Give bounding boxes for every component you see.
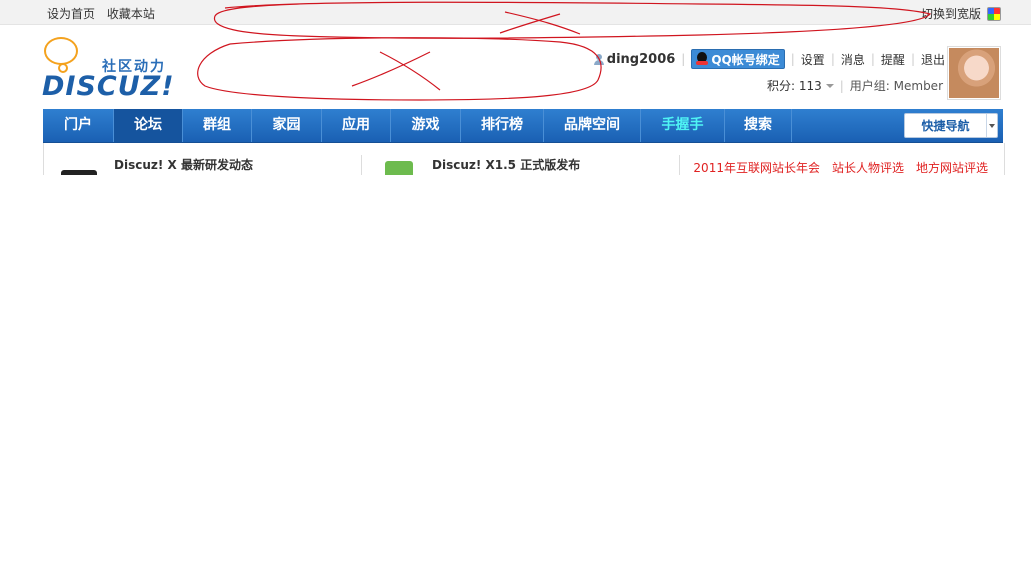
qq-penguin-icon bbox=[696, 52, 709, 66]
qq-bind-label: QQ帐号绑定 bbox=[711, 52, 780, 67]
user-bar: ding2006 | QQ帐号绑定 | 设置 | 消息 | 提醒 | 退出 bbox=[593, 49, 945, 69]
nav-item-apps[interactable]: 应用 bbox=[322, 109, 391, 142]
quick-nav-button[interactable]: 快捷导航 bbox=[904, 113, 998, 138]
separator: | bbox=[870, 52, 875, 66]
avatar[interactable] bbox=[947, 46, 1001, 100]
qq-bind-button[interactable]: QQ帐号绑定 bbox=[691, 49, 785, 69]
separator: | bbox=[839, 78, 844, 93]
bookmark-link[interactable]: 收藏本站 bbox=[107, 7, 155, 21]
skin-switch-icon[interactable] bbox=[987, 6, 1001, 21]
nav-item-forum[interactable]: 论坛 bbox=[114, 109, 183, 142]
nav-item-games[interactable]: 游戏 bbox=[391, 109, 461, 142]
nav-item-groups[interactable]: 群组 bbox=[183, 109, 252, 142]
reminders-link[interactable]: 提醒 bbox=[881, 51, 905, 68]
news-thumbnail[interactable] bbox=[61, 170, 97, 175]
nav-item-home[interactable]: 家园 bbox=[252, 109, 322, 142]
nav-item-portal[interactable]: 门户 bbox=[43, 109, 114, 142]
separator: | bbox=[830, 52, 835, 66]
promo-link[interactable]: 站长人物评选 bbox=[832, 159, 904, 175]
separator: | bbox=[681, 52, 686, 66]
nav-item-search[interactable]: 搜索 bbox=[725, 109, 792, 142]
avatar-image bbox=[949, 48, 999, 98]
quick-nav-label: 快捷导航 bbox=[921, 119, 970, 133]
usergroup-label: 用户组: Member bbox=[849, 79, 943, 93]
news-link-2[interactable]: Discuz! X1.5 正式版发布 bbox=[432, 156, 580, 173]
logout-link[interactable]: 退出 bbox=[921, 51, 945, 68]
logo-bubble-icon bbox=[44, 37, 78, 65]
site-logo[interactable]: 社区动力 DISCUZ! bbox=[42, 35, 182, 105]
top-bar: 设为首页 收藏本站 切换到宽版 bbox=[0, 0, 1031, 25]
points-dropdown[interactable]: 积分: 113 bbox=[767, 77, 822, 94]
announcement-strip: Discuz! X 最新研发动态 Discuz! X1.5 正式版发布 2011… bbox=[43, 143, 1005, 175]
chevron-down-icon[interactable] bbox=[825, 83, 834, 88]
set-home-link[interactable]: 设为首页 bbox=[47, 7, 95, 21]
main-nav: 门户 论坛 群组 家园 应用 游戏 排行榜 品牌空间 手握手 搜索 快捷导航 bbox=[43, 109, 1003, 143]
nav-item-brand-space[interactable]: 品牌空间 bbox=[544, 109, 641, 142]
settings-link[interactable]: 设置 bbox=[801, 51, 825, 68]
page: 设为首页 收藏本站 切换到宽版 社区动力 DISCUZ! ding2006 | … bbox=[0, 0, 1031, 561]
header: 社区动力 DISCUZ! ding2006 | QQ帐号绑定 | 设置 | 消息… bbox=[0, 25, 1031, 109]
divider bbox=[679, 155, 680, 175]
messages-link[interactable]: 消息 bbox=[841, 51, 865, 68]
logo-wordmark: DISCUZ! bbox=[42, 71, 175, 102]
switch-wide-link[interactable]: 切换到宽版 bbox=[921, 5, 981, 22]
promo-link[interactable]: 2011年互联网站长年会 bbox=[693, 159, 820, 175]
nav-item-handshake[interactable]: 手握手 bbox=[641, 109, 725, 142]
news-thumbnail[interactable] bbox=[385, 161, 413, 175]
user-info: 积分: 113 | 用户组: Member bbox=[767, 77, 943, 94]
username-link[interactable]: ding2006 bbox=[607, 52, 676, 67]
promo-link[interactable]: 地方网站评选 bbox=[916, 159, 988, 175]
nav-item-ranking[interactable]: 排行榜 bbox=[461, 109, 544, 142]
promo-links: 2011年互联网站长年会 站长人物评选 地方网站评选 bbox=[681, 159, 988, 175]
chevron-down-icon[interactable] bbox=[986, 114, 997, 137]
separator: | bbox=[910, 52, 915, 66]
user-icon bbox=[593, 53, 604, 65]
news-link-1[interactable]: Discuz! X 最新研发动态 bbox=[114, 156, 253, 173]
divider bbox=[361, 155, 362, 175]
separator: | bbox=[790, 52, 795, 66]
